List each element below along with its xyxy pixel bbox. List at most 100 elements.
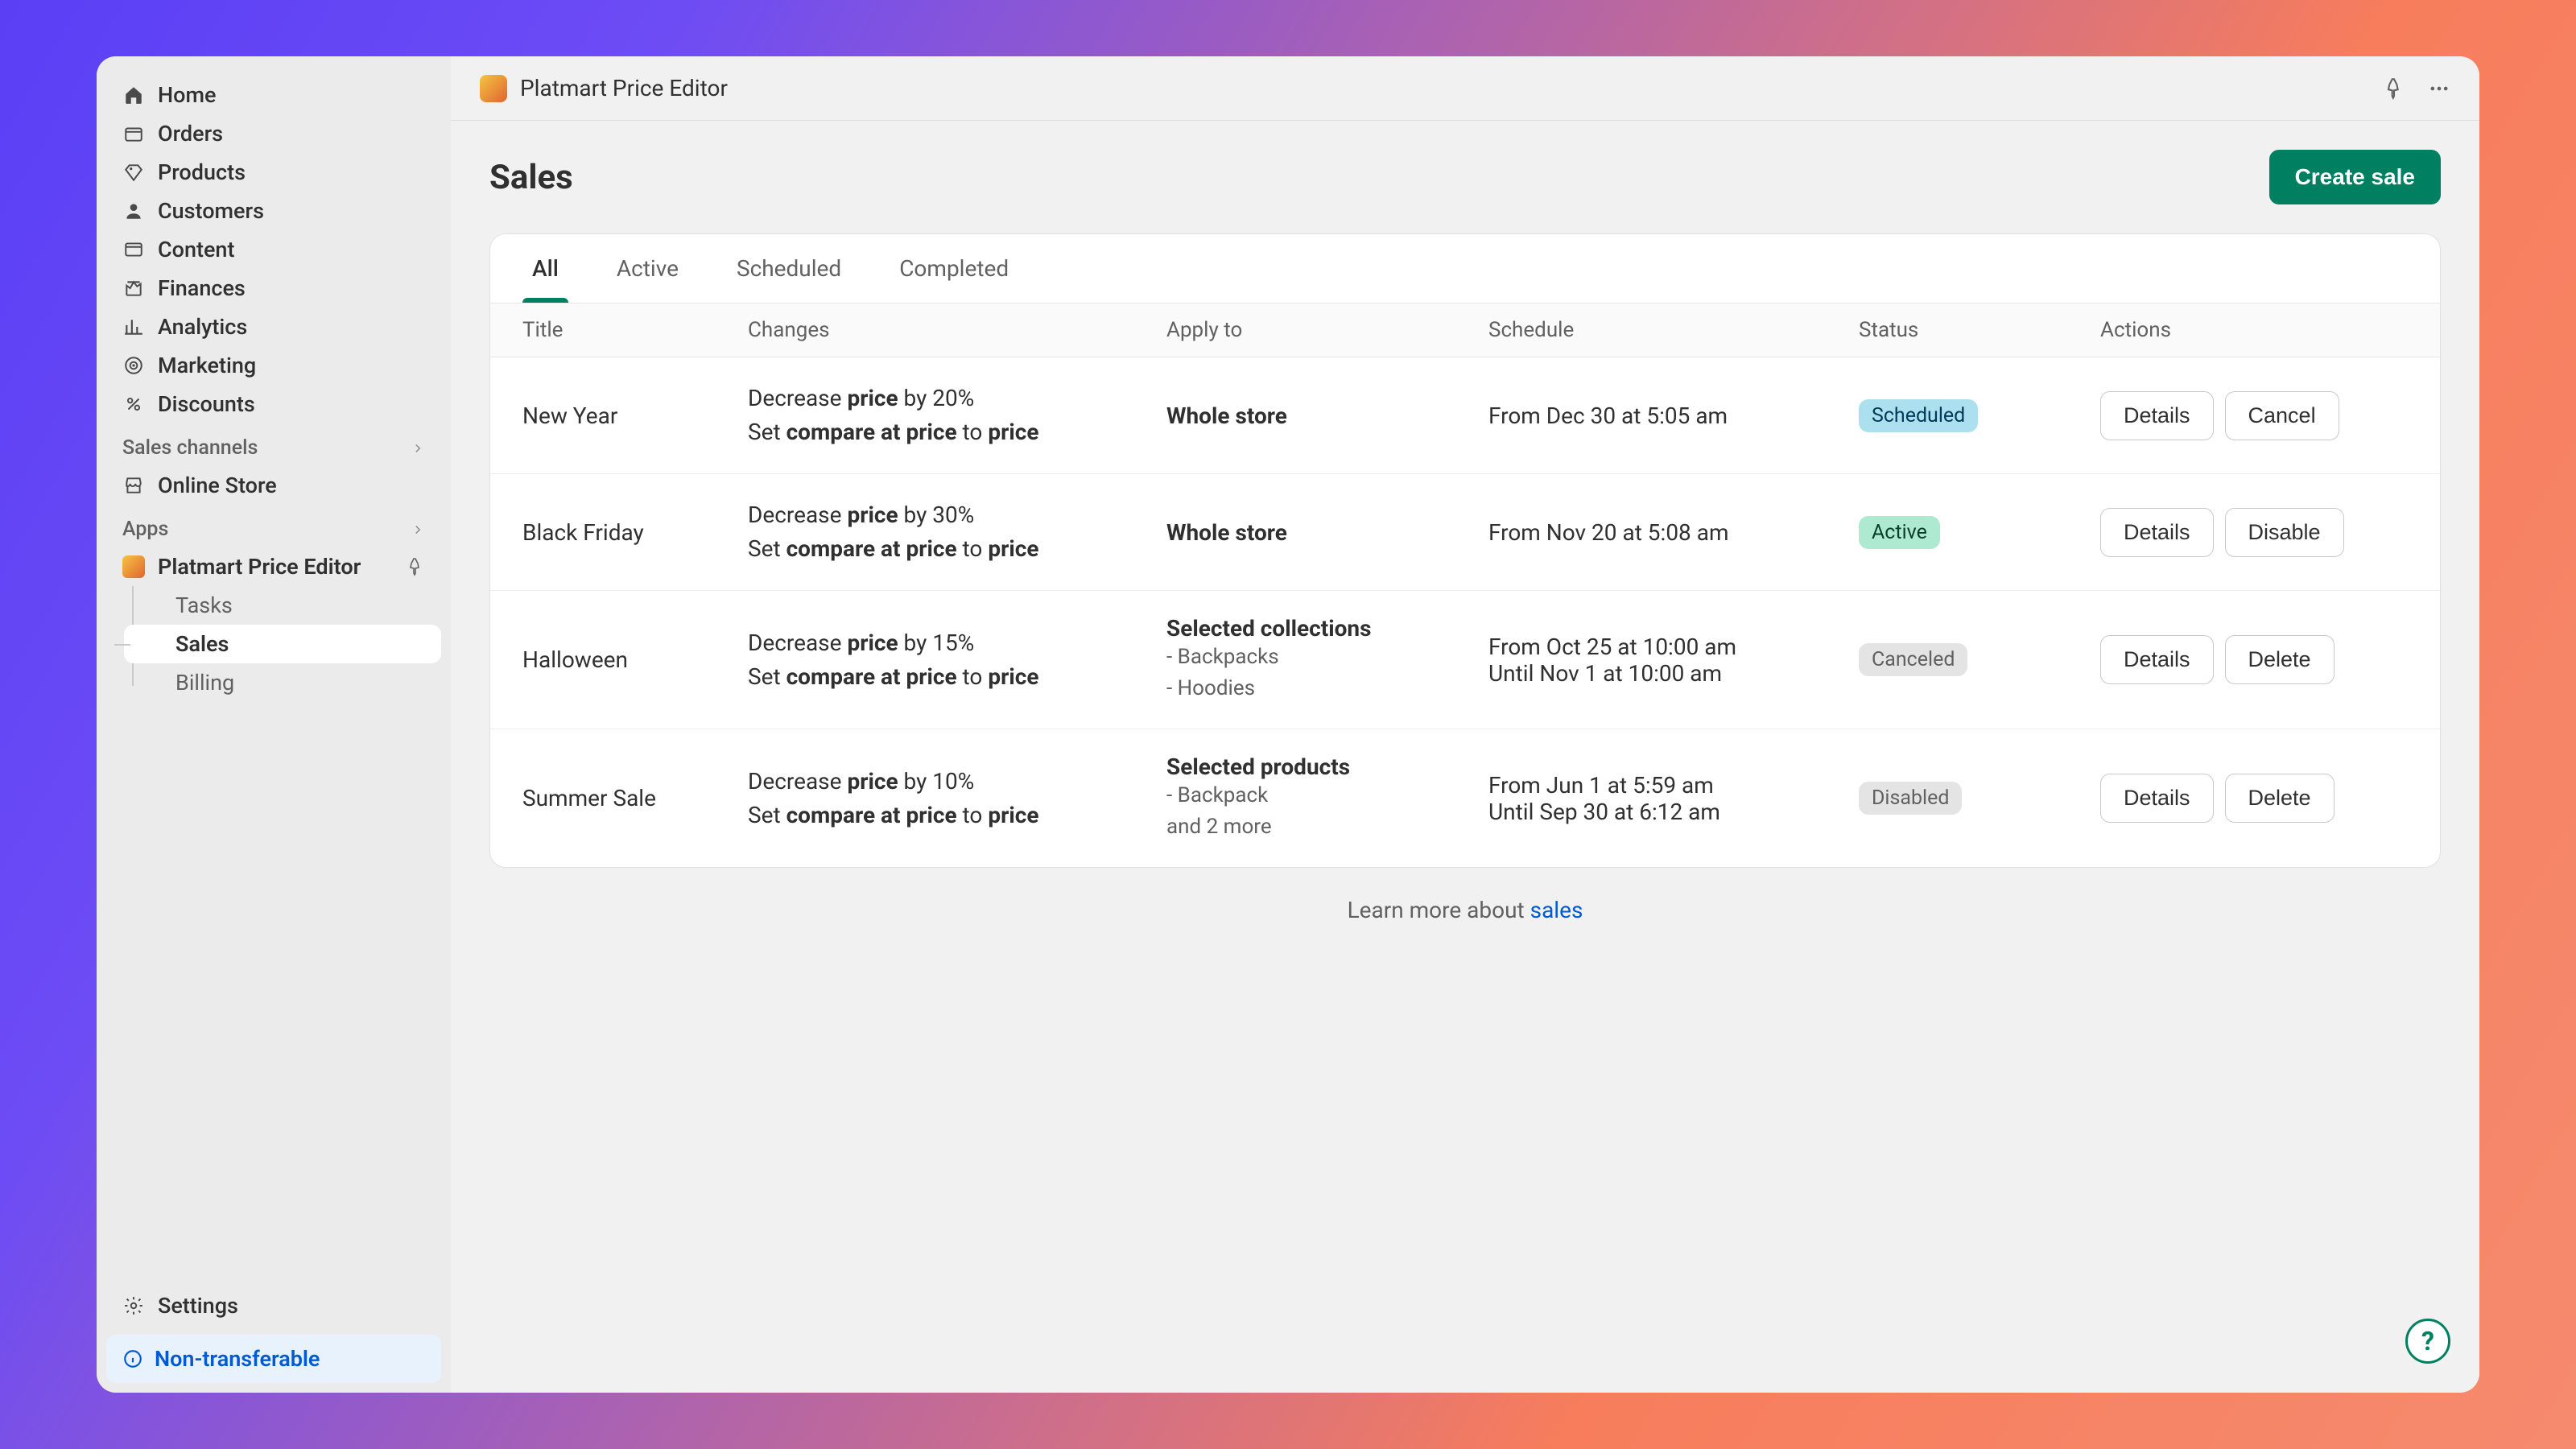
learn-more-text: Learn more about [1348,897,1530,923]
disable-button[interactable]: Disable [2225,508,2344,557]
cell-schedule: From Nov 20 at 5:08 am [1488,519,1859,546]
apps-label: Apps [122,518,168,541]
sidebar-item-products[interactable]: Products [106,153,441,192]
cell-schedule: From Dec 30 at 5:05 am [1488,402,1859,429]
chevron-right-icon [411,522,425,537]
col-actions: Actions [2100,318,2408,342]
gear-icon [122,1294,145,1317]
analytics-label: Analytics [158,314,247,340]
page-header: Sales Create sale [489,150,2441,204]
tab-scheduled[interactable]: Scheduled [727,234,851,303]
info-icon [122,1348,143,1369]
app-window: Home Orders Products Customers Content Financ… [97,56,2479,1393]
cell-title: Black Friday [522,519,748,546]
subnav-tasks[interactable]: Tasks [124,586,441,625]
finances-label: Finances [158,275,246,301]
table-row: Halloween Decrease price by 15% Set comp… [490,591,2440,729]
non-transferable-badge[interactable]: Non-transferable [106,1335,441,1383]
sidebar-item-finances[interactable]: Finances [106,269,441,308]
details-button[interactable]: Details [2100,508,2214,557]
app-subnav: Tasks Sales Billing [124,586,441,702]
tab-completed[interactable]: Completed [890,234,1018,303]
cell-status: Canceled [1859,643,2100,676]
tab-active[interactable]: Active [607,234,688,303]
cancel-button[interactable]: Cancel [2225,391,2339,440]
delete-button[interactable]: Delete [2225,774,2334,823]
details-button[interactable]: Details [2100,774,2214,823]
store-icon [122,474,145,497]
col-changes: Changes [748,318,1166,342]
table-header: Title Changes Apply to Schedule Status A… [490,303,2440,357]
sales-channels-header[interactable]: Sales channels [106,423,441,466]
sidebar-item-orders[interactable]: Orders [106,114,441,153]
orders-icon [122,122,145,145]
details-button[interactable]: Details [2100,635,2214,684]
details-button[interactable]: Details [2100,391,2214,440]
sidebar-item-online-store[interactable]: Online Store [106,466,441,505]
learn-more: Learn more about sales [489,868,2441,952]
status-badge: Canceled [1859,643,1967,676]
tabs: All Active Scheduled Completed [490,234,2440,303]
cell-apply-to: Selected collections - Backpacks- Hoodie… [1166,615,1488,704]
apps-header[interactable]: Apps [106,505,441,547]
cell-changes: Decrease price by 15% Set compare at pri… [748,626,1166,694]
app-name-label: Platmart Price Editor [158,554,361,580]
content-label: Content [158,237,234,262]
cell-status: Active [1859,516,2100,549]
status-badge: Active [1859,516,1940,549]
sales-table: Title Changes Apply to Schedule Status A… [490,303,2440,867]
non-transferable-label: Non-transferable [155,1346,320,1372]
cell-title: New Year [522,402,748,429]
sidebar-item-customers[interactable]: Customers [106,192,441,230]
online-store-label: Online Store [158,473,277,498]
app-platmart-price-editor[interactable]: Platmart Price Editor [106,547,441,586]
sidebar-item-analytics[interactable]: Analytics [106,308,441,346]
products-label: Products [158,159,246,185]
customers-label: Customers [158,198,264,224]
topbar-title: Platmart Price Editor [520,75,728,101]
cell-schedule: From Oct 25 at 10:00 amUntil Nov 1 at 10… [1488,634,1859,687]
main-panel: Platmart Price Editor Sales Create sale … [451,56,2479,1393]
table-row: New Year Decrease price by 20% Set compa… [490,357,2440,474]
products-icon [122,161,145,184]
home-label: Home [158,82,216,108]
cell-title: Halloween [522,646,748,673]
customers-icon [122,200,145,222]
sidebar-item-settings[interactable]: Settings [106,1286,441,1325]
cell-changes: Decrease price by 10% Set compare at pri… [748,765,1166,832]
sidebar-item-marketing[interactable]: Marketing [106,346,441,385]
cell-actions: DetailsDelete [2100,635,2408,684]
settings-label: Settings [158,1293,238,1319]
cell-apply-to: Selected products - Backpackand 2 more [1166,753,1488,843]
status-badge: Disabled [1859,782,1962,815]
table-row: Black Friday Decrease price by 30% Set c… [490,474,2440,591]
cell-status: Scheduled [1859,399,2100,432]
orders-label: Orders [158,121,223,147]
platmart-app-icon [122,555,145,578]
discounts-icon [122,393,145,415]
help-button[interactable]: ? [2405,1319,2450,1364]
tab-all[interactable]: All [522,234,568,303]
sidebar-item-home[interactable]: Home [106,76,441,114]
sales-card: All Active Scheduled Completed Title Cha… [489,233,2441,868]
pin-icon[interactable] [406,557,425,576]
cell-apply-to: Whole store [1166,519,1488,546]
subnav-billing[interactable]: Billing [124,663,441,702]
sidebar-item-content[interactable]: Content [106,230,441,269]
discounts-label: Discounts [158,391,255,417]
pin-icon[interactable] [2383,77,2405,100]
col-schedule: Schedule [1488,318,1859,342]
cell-actions: DetailsDelete [2100,774,2408,823]
subnav-sales[interactable]: Sales [124,625,441,663]
learn-more-link[interactable]: sales [1530,897,1583,923]
cell-title: Summer Sale [522,785,748,811]
create-sale-button[interactable]: Create sale [2269,150,2441,204]
col-status: Status [1859,318,2100,342]
col-apply-to: Apply to [1166,318,1488,342]
home-icon [122,84,145,106]
sidebar-item-discounts[interactable]: Discounts [106,385,441,423]
delete-button[interactable]: Delete [2225,635,2334,684]
cell-apply-to: Whole store [1166,402,1488,429]
page-title: Sales [489,158,573,197]
more-icon[interactable] [2428,77,2450,100]
